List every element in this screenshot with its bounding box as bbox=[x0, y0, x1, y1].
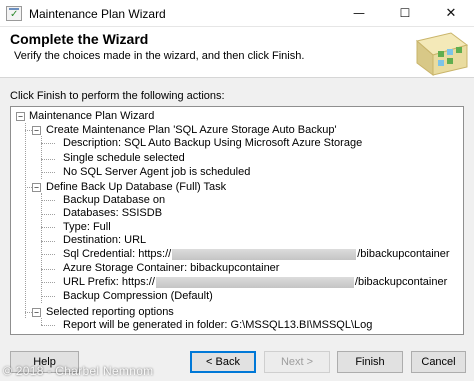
window-title: Maintenance Plan Wizard bbox=[29, 7, 166, 21]
tree-item[interactable]: Type: Full bbox=[63, 221, 111, 234]
sql-credential-prefix: Sql Credential: https:// bbox=[63, 248, 172, 260]
tree-item[interactable]: Backup Compression (Default) bbox=[63, 290, 213, 303]
tree-item[interactable]: Backup Database on bbox=[63, 194, 165, 207]
wizard-app-icon: ✓ bbox=[6, 6, 22, 21]
tree-collapse-icon[interactable]: − bbox=[16, 112, 25, 121]
tree-section-reporting[interactable]: Selected reporting options bbox=[46, 306, 174, 319]
wizard-header: Complete the Wizard Verify the choices m… bbox=[0, 27, 474, 78]
tree-item[interactable]: No SQL Server Agent job is scheduled bbox=[63, 166, 250, 179]
url-prefix-prefix: URL Prefix: https:// bbox=[63, 276, 155, 288]
back-button[interactable]: < Back bbox=[190, 351, 256, 373]
page-subtitle: Verify the choices made in the wizard, a… bbox=[14, 50, 305, 62]
tree-item-sql-credential[interactable]: Sql Credential: https:// /bibackupcontain… bbox=[63, 248, 450, 261]
cancel-button[interactable]: Cancel bbox=[411, 351, 466, 373]
tree-collapse-icon[interactable]: − bbox=[32, 183, 41, 192]
tree-item[interactable]: Destination: URL bbox=[63, 234, 146, 247]
finish-button[interactable]: Finish bbox=[337, 351, 403, 373]
page-title: Complete the Wizard bbox=[10, 31, 149, 47]
url-prefix-suffix: /bibackupcontainer bbox=[354, 276, 448, 288]
maximize-button[interactable]: ☐ bbox=[382, 0, 428, 27]
tree-collapse-icon[interactable]: − bbox=[32, 126, 41, 135]
tree-item[interactable]: Report will be generated in folder: G:\M… bbox=[63, 319, 372, 332]
tree-item[interactable]: Description: SQL Auto Backup Using Micro… bbox=[63, 137, 362, 150]
close-button[interactable]: ✕ bbox=[428, 0, 474, 27]
tree-section-backup-task[interactable]: Define Back Up Database (Full) Task bbox=[46, 181, 226, 194]
tree-item-url-prefix[interactable]: URL Prefix: https:// /bibackupcontainer bbox=[63, 276, 447, 289]
sql-credential-suffix: /bibackupcontainer bbox=[357, 248, 450, 260]
title-bar: ✓ Maintenance Plan Wizard — ☐ ✕ bbox=[0, 0, 474, 27]
tree-item[interactable]: Azure Storage Container: bibackupcontain… bbox=[63, 262, 279, 275]
summary-tree[interactable]: − Maintenance Plan Wizard − Create Maint… bbox=[10, 106, 464, 335]
tree-item[interactable]: Single schedule selected bbox=[63, 152, 185, 165]
tree-section-create-plan[interactable]: Create Maintenance Plan 'SQL Azure Stora… bbox=[46, 124, 337, 137]
instructions-label: Click Finish to perform the following ac… bbox=[10, 90, 225, 102]
redacted-block bbox=[172, 248, 357, 260]
wizard-banner-icon bbox=[411, 27, 474, 77]
tree-root[interactable]: Maintenance Plan Wizard bbox=[29, 110, 154, 123]
tree-collapse-icon[interactable]: − bbox=[32, 308, 41, 317]
tree-item[interactable]: Databases: SSISDB bbox=[63, 207, 162, 220]
redacted-block bbox=[155, 276, 354, 288]
minimize-button[interactable]: — bbox=[336, 0, 382, 27]
copyright-watermark: © 2018 - Charbel Nemnom bbox=[3, 364, 154, 378]
next-button[interactable]: Next > bbox=[264, 351, 330, 373]
